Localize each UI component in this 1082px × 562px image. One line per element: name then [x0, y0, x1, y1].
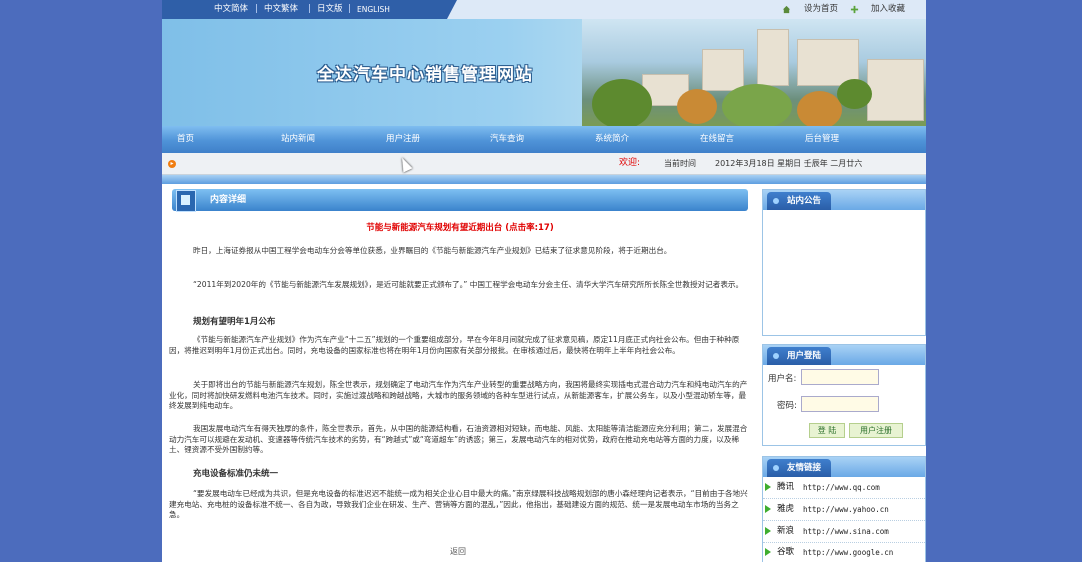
nav-admin[interactable]: 后台管理	[805, 126, 839, 153]
info-bar: ▸ 欢迎: 当前时间 2012年3月18日 星期日 壬辰年 二月廿六	[162, 153, 926, 175]
nav-register[interactable]: 用户注册	[386, 126, 420, 153]
top-bar: 中文简体 | 中文繁体 | 日文版 | ENGLISH 设为首页 加入收藏	[162, 0, 926, 19]
header-divider	[162, 175, 926, 184]
register-button[interactable]: 用户注册	[849, 423, 903, 438]
language-switcher: 中文简体 | 中文繁体 | 日文版 | ENGLISH	[162, 0, 457, 19]
article-paragraph: 我国发展电动汽车有得天独厚的条件，陈全世表示，首先，从中国的能源结构看，石油资源…	[169, 424, 748, 455]
notice-title: 站内公告	[767, 192, 832, 210]
main-content: 内容详细 节能与新能源汽车规划有望近期出台 (点击率:17) 昨日，上海证券报从…	[162, 184, 758, 562]
login-title: 用户登陆	[767, 347, 832, 365]
password-input[interactable]	[801, 396, 879, 412]
friend-link-url: http://www.qq.com	[803, 483, 880, 492]
arrow-icon	[765, 527, 771, 535]
friend-links-title: 友情链接	[767, 459, 832, 477]
friend-link-name: 腾讯	[777, 482, 795, 492]
arrow-icon	[765, 548, 771, 556]
login-button[interactable]: 登 陆	[809, 423, 845, 438]
friend-link-item[interactable]: 谷歌 http://www.google.cn	[763, 542, 925, 562]
back-link[interactable]: 返回	[450, 546, 466, 557]
lang-traditional-chinese-link[interactable]: 中文繁体	[264, 0, 298, 19]
nav-car-search[interactable]: 汽车查询	[490, 126, 524, 153]
current-date: 2012年3月18日 星期日 壬辰年 二月廿六	[715, 159, 863, 168]
friend-links-box: 友情链接 腾讯 http://www.qq.com 雅虎 http://www.…	[762, 456, 926, 562]
article-title: 节能与新能源汽车规划有望近期出台 (点击率:17)	[366, 223, 554, 233]
password-label: 密码:	[777, 401, 797, 411]
lang-simplified-chinese-link[interactable]: 中文简体	[214, 0, 248, 19]
content-section-title: 内容详细	[210, 195, 247, 205]
friend-link-item[interactable]: 雅虎 http://www.yahoo.cn	[763, 499, 925, 521]
welcome-text: 欢迎:	[619, 158, 641, 168]
friend-link-name: 雅虎	[777, 504, 795, 514]
article-paragraph: 《节能与新能源汽车产业规划》作为汽车产业“十二五”规划的一个重要组成部分，早在今…	[169, 335, 740, 355]
friend-link-url: http://www.yahoo.cn	[803, 505, 889, 514]
bullet-icon: ▸	[168, 160, 176, 168]
monitor-icon	[176, 190, 196, 212]
main-nav: 首页 站内新闻 用户注册 汽车查询 系统简介 在线留言 后台管理	[162, 126, 926, 153]
article-subhead: 规划有望明年1月公布	[193, 317, 276, 327]
login-box: 用户登陆 用户名: 密码: 登 陆 用户注册	[762, 344, 926, 446]
article-paragraph: 昨日，上海证券报从中国工程学会电动车分会等单位获悉，业界瞩目的《节能与新能源汽车…	[193, 246, 672, 255]
arrow-icon	[765, 483, 771, 491]
site-title: 全达汽车中心销售管理网站	[317, 65, 533, 85]
nav-about-system[interactable]: 系统简介	[595, 126, 629, 153]
article-paragraph: “2011年到2020年的《节能与新能源汽车发展规划》，是近可能就要正式颁布了。…	[193, 280, 744, 289]
banner-city-photo	[582, 19, 926, 126]
lang-separator: |	[348, 4, 351, 14]
content-header: 内容详细	[172, 189, 748, 212]
add-favorite-link[interactable]: 加入收藏	[871, 0, 905, 19]
friend-link-url: http://www.sina.com	[803, 527, 889, 536]
arrow-icon	[765, 505, 771, 513]
friend-link-url: http://www.google.cn	[803, 548, 894, 557]
lang-separator: |	[255, 4, 258, 14]
nav-guestbook[interactable]: 在线留言	[700, 126, 734, 153]
add-favorite-icon	[850, 5, 859, 14]
nav-home[interactable]: 首页	[177, 126, 194, 153]
article-paragraph: 关于即将出台的节能与新能源汽车规划，陈全世表示，规划确定了电动汽车作为汽车产业转…	[169, 380, 748, 411]
lang-separator: |	[308, 4, 311, 14]
article-paragraph: “要发展电动车已经成为共识，但是充电设备的标准迟迟不能统一成为相关企业心目中最大…	[169, 489, 748, 520]
article-subhead: 充电设备标准仍未统一	[193, 469, 279, 479]
friend-link-name: 新浪	[777, 526, 795, 536]
friend-link-item[interactable]: 腾讯 http://www.qq.com	[763, 477, 925, 499]
notice-box: 站内公告	[762, 189, 926, 336]
username-input[interactable]	[801, 369, 879, 385]
friend-link-item[interactable]: 新浪 http://www.sina.com	[763, 521, 925, 543]
friend-link-name: 谷歌	[777, 547, 795, 557]
set-home-link[interactable]: 设为首页	[804, 0, 838, 19]
current-time-label: 当前时间	[664, 159, 696, 168]
lang-english-link[interactable]: ENGLISH	[357, 0, 390, 19]
username-label: 用户名:	[768, 374, 797, 384]
nav-news[interactable]: 站内新闻	[281, 126, 315, 153]
lang-japanese-link[interactable]: 日文版	[317, 0, 343, 19]
sidebar: 站内公告 用户登陆 用户名: 密码: 登 陆 用户注册 友情链接 腾讯 http…	[762, 184, 926, 562]
page-container: 中文简体 | 中文繁体 | 日文版 | ENGLISH 设为首页 加入收藏 全达…	[162, 0, 926, 562]
banner: 全达汽车中心销售管理网站	[162, 19, 926, 126]
home-icon	[782, 5, 791, 14]
